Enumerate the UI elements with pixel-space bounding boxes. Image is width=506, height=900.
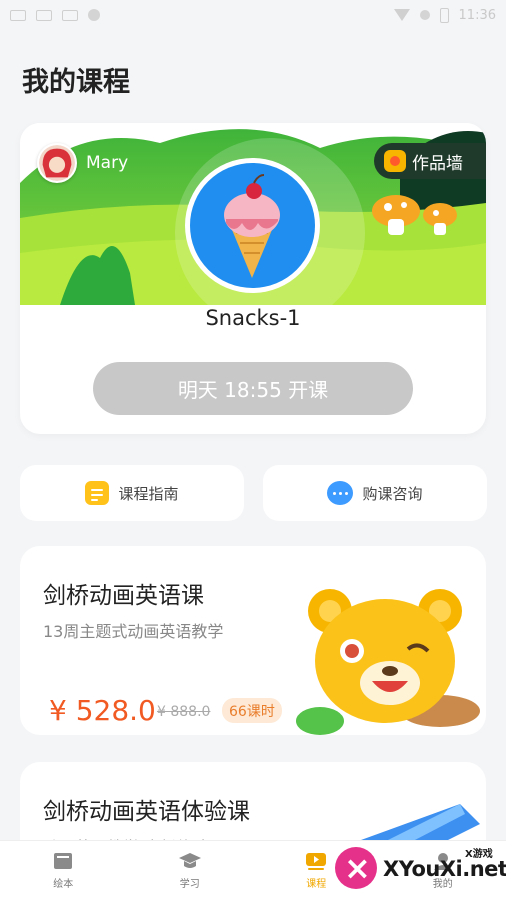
course-title: 剑桥动画英语课: [43, 583, 204, 609]
status-bar: 11:36: [0, 0, 506, 30]
watermark-small-text: X游戏: [465, 849, 493, 860]
app-icon: [88, 9, 100, 21]
course-guide-button[interactable]: 课程指南: [20, 465, 244, 521]
works-wall-icon: [384, 150, 406, 172]
image-icon: [62, 9, 78, 21]
current-course-card[interactable]: Mary 作品墙 Snacks-1 明天 18:55 开课: [20, 123, 486, 434]
purchase-consult-label: 购课咨询: [362, 484, 423, 503]
battery-icon: [439, 7, 449, 23]
signal-icon: [419, 10, 430, 20]
page-title: 我的课程: [22, 67, 130, 98]
course-title: 剑桥动画英语体验课: [43, 799, 250, 825]
notification-icon: [10, 9, 26, 21]
tab-label: 课程: [306, 879, 327, 890]
bear-mascot-icon: [296, 589, 480, 735]
user-avatar[interactable]: [37, 143, 77, 183]
start-class-button[interactable]: 明天 18:55 开课: [93, 362, 413, 415]
works-wall-label: 作品墙: [412, 153, 463, 174]
guide-icon: [85, 481, 110, 505]
watermark-logo-icon: [335, 847, 377, 889]
course-original-price: ¥ 888.0: [157, 704, 211, 720]
course-name: Snacks-1: [205, 306, 301, 330]
lesson-count-badge: 66课时: [222, 698, 282, 723]
user-name: Mary: [86, 153, 129, 173]
status-time: 11:36: [458, 7, 496, 23]
chat-icon: [327, 481, 354, 505]
site-watermark: XYouXi.net X游戏: [335, 843, 506, 893]
works-wall-button[interactable]: 作品墙: [374, 143, 486, 179]
message-icon: [36, 9, 52, 21]
ice-cream-icon: [224, 174, 280, 278]
tab-picture-books[interactable]: 绘本: [0, 841, 127, 900]
tab-study[interactable]: 学习: [127, 841, 254, 900]
course-card-cambridge[interactable]: 剑桥动画英语课 13周主题式动画英语教学 ¥ 528.0 ¥ 888.0 66课…: [20, 546, 486, 735]
play-icon: [306, 853, 327, 870]
course-price: ¥ 528.0: [49, 694, 156, 727]
tab-label: 绘本: [53, 879, 74, 890]
wifi-icon: [393, 9, 410, 21]
purchase-consult-button[interactable]: 购课咨询: [263, 465, 487, 521]
tab-label: 学习: [179, 879, 200, 890]
course-subtitle: 13周主题式动画英语教学: [43, 622, 224, 641]
course-cover[interactable]: [185, 158, 320, 293]
watermark-text: XYouXi.net: [383, 857, 506, 881]
course-guide-label: 课程指南: [118, 484, 179, 503]
graduation-cap-icon: [178, 853, 201, 868]
book-icon: [54, 853, 73, 869]
